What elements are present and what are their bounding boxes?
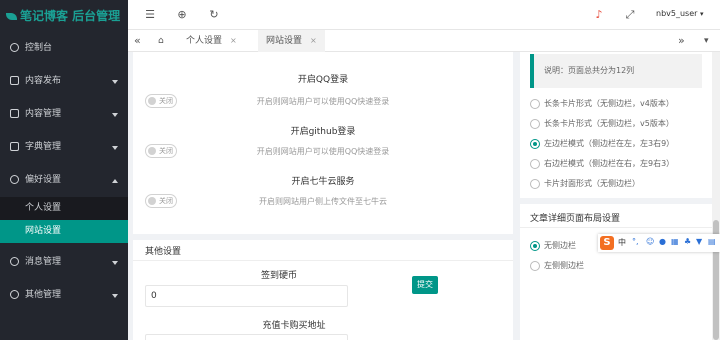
sidebar-item-other[interactable]: 其他管理 bbox=[0, 279, 128, 312]
qiniu-hint: 开启则网站用户侧上传文件至七牛云 bbox=[259, 197, 387, 206]
dictionary-icon bbox=[10, 142, 19, 151]
user-icon bbox=[10, 290, 19, 299]
dashboard-icon bbox=[10, 43, 19, 52]
divider bbox=[133, 260, 513, 261]
list-layout-option[interactable]: 长条卡片形式（无侧边栏，v4版本） bbox=[530, 98, 674, 110]
globe-icon[interactable]: ⊕ bbox=[176, 9, 188, 21]
login-settings-panel: 开启QQ登录 关闭 开启则网站用户可以使用QQ快速登录 开启github登录 关… bbox=[133, 52, 513, 234]
ime-language[interactable]: 中 bbox=[618, 237, 626, 248]
qiniu-title: 开启七牛云服务 bbox=[291, 177, 355, 187]
close-icon[interactable]: × bbox=[230, 36, 237, 45]
recharge-url-input[interactable] bbox=[145, 334, 348, 340]
list-layout-option[interactable]: 左边栏模式（侧边栏在左，左3右9） bbox=[530, 138, 674, 150]
github-login-hint: 开启则网站用户可以使用QQ快速登录 bbox=[256, 147, 390, 156]
tabs-menu-icon[interactable]: ▾ bbox=[704, 30, 709, 52]
emoji-icon[interactable]: ☺ bbox=[646, 237, 654, 246]
tab-bar: « ⌂ 个人设置 × 网站设置 × » ▾ bbox=[128, 30, 720, 52]
layout-settings-panel: 说明：页面总共分为12列 长条卡片形式（无侧边栏，v4版本） 长条卡片形式（无侧… bbox=[520, 52, 712, 340]
sogou-logo-icon: S bbox=[600, 236, 614, 250]
refresh-icon[interactable]: ↻ bbox=[208, 9, 220, 21]
layout-note: 说明：页面总共分为12列 bbox=[530, 54, 702, 88]
tabs-scroll-right-icon[interactable]: » bbox=[678, 30, 685, 52]
sidebar-item-messages[interactable]: 消息管理 bbox=[0, 246, 128, 279]
sidebar: 笔记博客 后台管理 控制台 内容发布 内容管理 字典管理 偏好设置 个人设置 网… bbox=[0, 0, 128, 340]
sidebar-item-content[interactable]: 内容管理 bbox=[0, 98, 128, 131]
qq-login-title: 开启QQ登录 bbox=[297, 75, 349, 85]
submit-button[interactable]: 提交 bbox=[412, 276, 438, 294]
list-layout-option[interactable]: 右边栏模式（侧边栏在右，左9右3） bbox=[530, 158, 674, 170]
publish-icon bbox=[10, 76, 19, 85]
chevron-down-icon bbox=[112, 146, 118, 150]
home-icon[interactable]: ⌂ bbox=[158, 30, 164, 52]
skin-icon[interactable]: ♣ bbox=[684, 237, 691, 246]
sidebar-item-dictionary[interactable]: 字典管理 bbox=[0, 131, 128, 164]
menu-toggle-icon[interactable]: ☰ bbox=[144, 9, 156, 21]
page-scrollbar[interactable] bbox=[712, 52, 720, 340]
ime-toolbar[interactable]: S 中 °, ☺ ● ▦ ♣ ▼ ▤ bbox=[598, 234, 720, 252]
sidebar-submenu: 个人设置 网站设置 bbox=[0, 197, 128, 243]
radio-icon bbox=[530, 158, 540, 169]
radio-icon bbox=[530, 260, 540, 271]
checkin-label: 签到硬币 bbox=[260, 271, 297, 281]
checkin-coins-input[interactable]: 0 bbox=[145, 285, 348, 307]
radio-icon bbox=[530, 98, 540, 109]
sidebar-item-preferences[interactable]: 偏好设置 bbox=[0, 164, 128, 197]
tabs-scroll-left-icon[interactable]: « bbox=[134, 30, 141, 52]
bell-icon[interactable]: ♪ bbox=[593, 9, 605, 21]
close-icon[interactable]: × bbox=[310, 36, 317, 45]
radio-icon bbox=[530, 138, 540, 149]
sidebar-item-console[interactable]: 控制台 bbox=[0, 32, 128, 65]
list-layout-option[interactable]: 长条卡片形式（无侧边栏，v5版本） bbox=[530, 118, 674, 130]
gear-icon bbox=[10, 175, 19, 184]
top-bar: ☰ ⊕ ↻ ♪ ⤢ nbv5_user ▾ bbox=[128, 0, 720, 30]
detail-layout-option[interactable]: 左侧侧边栏 bbox=[530, 260, 584, 272]
content-icon bbox=[10, 109, 19, 118]
chevron-down-icon bbox=[112, 261, 118, 265]
app-logo[interactable]: 笔记博客 后台管理 bbox=[0, 0, 128, 32]
leaf-icon bbox=[6, 13, 17, 20]
shirt-icon[interactable]: ▼ bbox=[696, 237, 702, 246]
recharge-label: 充值卡购买地址 bbox=[262, 321, 326, 331]
tab-personal-settings[interactable]: 个人设置 × bbox=[186, 30, 237, 52]
message-icon bbox=[10, 257, 19, 266]
sidebar-subitem-site-settings[interactable]: 网站设置 bbox=[0, 220, 128, 243]
detail-layout-title: 文章详细页面布局设置 bbox=[530, 214, 621, 224]
divider bbox=[520, 227, 712, 228]
other-settings-panel: 其他设置 签到硬币 0 提交 充值卡购买地址 bbox=[133, 234, 513, 340]
toolbox-icon[interactable]: ▤ bbox=[708, 237, 716, 246]
chevron-up-icon bbox=[112, 179, 118, 183]
user-menu[interactable]: nbv5_user ▾ bbox=[656, 9, 703, 18]
radio-icon bbox=[530, 178, 540, 189]
logo-text: 笔记博客 后台管理 bbox=[20, 9, 121, 23]
chevron-down-icon bbox=[112, 113, 118, 117]
chevron-down-icon bbox=[112, 80, 118, 84]
fullscreen-icon[interactable]: ⤢ bbox=[624, 9, 636, 21]
voice-icon[interactable]: ● bbox=[659, 237, 666, 246]
keyboard-icon[interactable]: ▦ bbox=[671, 237, 679, 246]
other-settings-title: 其他设置 bbox=[145, 247, 182, 257]
sidebar-item-publish[interactable]: 内容发布 bbox=[0, 65, 128, 98]
detail-layout-option[interactable]: 无侧边栏 bbox=[530, 240, 576, 252]
radio-icon bbox=[530, 118, 540, 129]
tab-site-settings[interactable]: 网站设置 × bbox=[258, 30, 325, 52]
divider bbox=[520, 198, 712, 204]
github-login-title: 开启github登录 bbox=[290, 127, 356, 137]
radio-icon bbox=[530, 240, 540, 251]
chevron-down-icon: ▾ bbox=[699, 10, 704, 18]
qq-login-hint: 开启则网站用户可以使用QQ快速登录 bbox=[256, 97, 390, 106]
punctuation-icon[interactable]: °, bbox=[632, 237, 639, 246]
sidebar-subitem-personal-settings[interactable]: 个人设置 bbox=[0, 197, 128, 220]
list-layout-option[interactable]: 卡片封面形式（无侧边栏） bbox=[530, 178, 640, 190]
chevron-down-icon bbox=[112, 294, 118, 298]
